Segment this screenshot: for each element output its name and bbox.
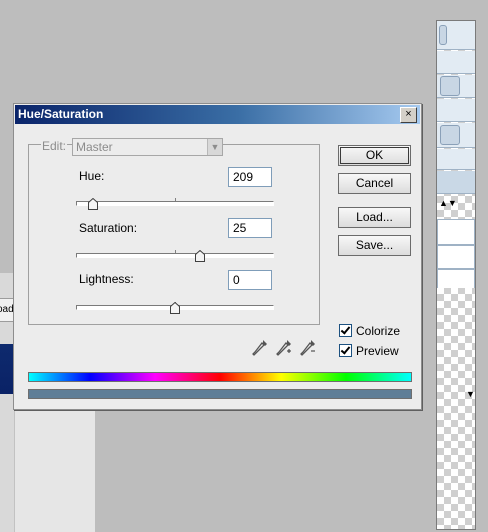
edit-label: Edit: — [41, 139, 68, 153]
close-icon: × — [405, 108, 412, 120]
palette-row — [437, 75, 475, 98]
lightness-slider-track[interactable] — [76, 302, 274, 314]
edit-select-value: Master — [76, 140, 113, 154]
edit-select[interactable]: Master ▼ — [72, 138, 223, 156]
cancel-button[interactable]: Cancel — [338, 173, 411, 194]
palette-header — [437, 21, 475, 50]
chevron-down-icon[interactable]: ▼ — [466, 389, 475, 399]
background-canvas-edge — [14, 394, 95, 532]
palette-row — [437, 51, 475, 74]
lightness-slider-thumb[interactable] — [170, 302, 180, 314]
saturation-slider-track[interactable] — [76, 250, 274, 262]
palette-field[interactable] — [437, 269, 475, 288]
hue-center-tick — [175, 198, 176, 201]
palette-row — [437, 123, 475, 148]
ok-button[interactable]: OK — [338, 145, 411, 166]
saturation-slider-thumb[interactable] — [194, 250, 205, 262]
palette-swatch[interactable] — [440, 125, 460, 145]
colorize-checkbox[interactable] — [339, 324, 352, 338]
palette-field[interactable] — [437, 245, 475, 269]
palette-swatch[interactable] — [440, 76, 460, 96]
colorize-label: Colorize — [356, 323, 401, 338]
save-button[interactable]: Save... — [338, 235, 411, 256]
colorize-option[interactable]: Colorize — [339, 323, 400, 338]
palette-row — [437, 149, 475, 170]
preview-option[interactable]: Preview — [339, 343, 399, 358]
load-button[interactable]: Load... — [338, 207, 411, 228]
preview-label: Preview — [356, 343, 399, 358]
adjustment-group — [28, 144, 320, 325]
eyedropper-icon[interactable] — [252, 339, 268, 357]
lightness-input[interactable]: 0 — [228, 270, 272, 290]
preview-checkbox[interactable] — [339, 344, 352, 358]
hue-saturation-dialog: Hue/Saturation × Edit: Master ▼ Hue: 209… — [13, 103, 422, 410]
hue-input[interactable]: 209 — [228, 167, 272, 187]
close-button[interactable]: × — [400, 107, 417, 123]
chevron-down-icon: ▼ — [207, 139, 222, 155]
eyedropper-minus-icon[interactable] — [300, 339, 316, 357]
spinner-arrows-icon[interactable]: ▲▼ — [439, 198, 457, 208]
saturation-center-tick — [175, 250, 176, 253]
palette-row — [437, 99, 475, 122]
titlebar[interactable]: Hue/Saturation × — [15, 105, 420, 124]
palette-row — [437, 171, 475, 194]
input-spectrum-bar — [28, 372, 412, 382]
saturation-input[interactable]: 25 — [228, 218, 272, 238]
hue-label: Hue: — [79, 169, 105, 183]
hue-slider-thumb[interactable] — [87, 198, 98, 210]
palette-grip[interactable] — [439, 25, 447, 45]
saturation-label: Saturation: — [79, 221, 138, 235]
lightness-label: Lightness: — [79, 272, 134, 286]
palette-field[interactable] — [437, 219, 475, 245]
output-color-bar — [28, 389, 412, 399]
dialog-title: Hue/Saturation — [18, 107, 104, 121]
eyedropper-plus-icon[interactable] — [276, 339, 292, 357]
palette-strip: ▲▼ ▼ — [436, 20, 476, 530]
hue-slider-track[interactable] — [76, 198, 274, 210]
